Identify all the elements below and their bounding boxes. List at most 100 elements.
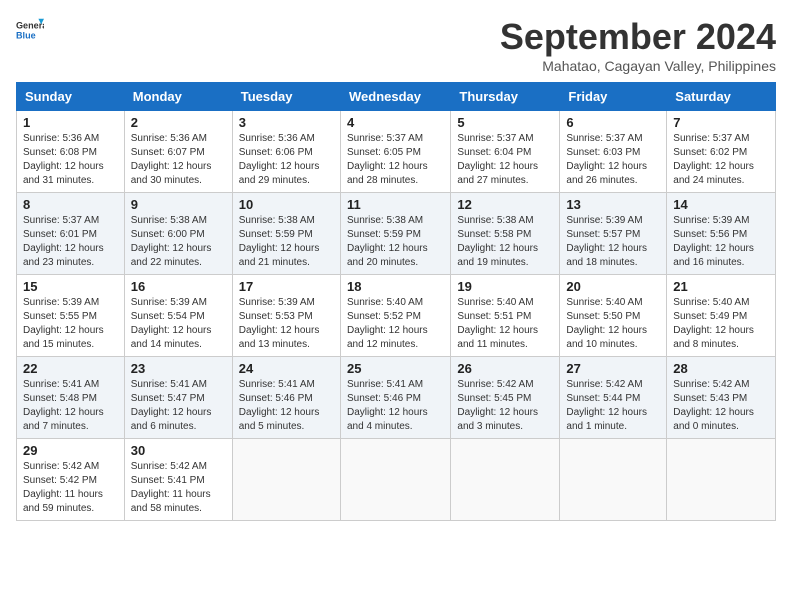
- day-info: Sunrise: 5:40 AMSunset: 5:50 PMDaylight:…: [566, 297, 647, 350]
- calendar-day-empty: [451, 439, 560, 521]
- day-info: Sunrise: 5:36 AMSunset: 6:06 PMDaylight:…: [239, 133, 320, 186]
- day-info: Sunrise: 5:40 AMSunset: 5:49 PMDaylight:…: [673, 297, 754, 350]
- day-info: Sunrise: 5:41 AMSunset: 5:48 PMDaylight:…: [23, 379, 104, 432]
- calendar-day-30: 30 Sunrise: 5:42 AMSunset: 5:41 PMDayligh…: [124, 439, 232, 521]
- day-number: 14: [673, 197, 769, 212]
- calendar-day-8: 8 Sunrise: 5:37 AMSunset: 6:01 PMDaylight…: [17, 193, 125, 275]
- calendar-day-14: 14 Sunrise: 5:39 AMSunset: 5:56 PMDayligh…: [667, 193, 776, 275]
- calendar-table: SundayMondayTuesdayWednesdayThursdayFrid…: [16, 82, 776, 521]
- calendar-day-7: 7 Sunrise: 5:37 AMSunset: 6:02 PMDaylight…: [667, 111, 776, 193]
- day-number: 18: [347, 279, 444, 294]
- weekday-header-row: SundayMondayTuesdayWednesdayThursdayFrid…: [17, 83, 776, 111]
- calendar-day-16: 16 Sunrise: 5:39 AMSunset: 5:54 PMDayligh…: [124, 275, 232, 357]
- day-number: 25: [347, 361, 444, 376]
- weekday-header-friday: Friday: [560, 83, 667, 111]
- calendar-day-3: 3 Sunrise: 5:36 AMSunset: 6:06 PMDaylight…: [232, 111, 340, 193]
- day-number: 13: [566, 197, 660, 212]
- day-number: 30: [131, 443, 226, 458]
- day-number: 15: [23, 279, 118, 294]
- calendar-day-11: 11Sunrise: 5:38 AMSunset: 5:59 PMDayligh…: [340, 193, 450, 275]
- day-info: Sunrise: 5:41 AMSunset: 5:47 PMDaylight:…: [131, 379, 212, 432]
- day-number: 9: [131, 197, 226, 212]
- day-number: 27: [566, 361, 660, 376]
- day-info: Sunrise: 5:36 AMSunset: 6:08 PMDaylight:…: [23, 133, 104, 186]
- calendar-day-27: 27 Sunrise: 5:42 AMSunset: 5:44 PMDayligh…: [560, 357, 667, 439]
- calendar-day-2: 2Sunrise: 5:36 AMSunset: 6:07 PMDaylight…: [124, 111, 232, 193]
- calendar-day-5: 5 Sunrise: 5:37 AMSunset: 6:04 PMDaylight…: [451, 111, 560, 193]
- calendar-day-29: 29 Sunrise: 5:42 AMSunset: 5:42 PMDayligh…: [17, 439, 125, 521]
- calendar-day-23: 23Sunrise: 5:41 AMSunset: 5:47 PMDayligh…: [124, 357, 232, 439]
- day-info: Sunrise: 5:36 AMSunset: 6:07 PMDaylight:…: [131, 133, 212, 186]
- day-info: Sunrise: 5:37 AMSunset: 6:02 PMDaylight:…: [673, 133, 754, 186]
- day-info: Sunrise: 5:41 AMSunset: 5:46 PMDaylight:…: [347, 379, 428, 432]
- day-info: Sunrise: 5:39 AMSunset: 5:56 PMDaylight:…: [673, 215, 754, 268]
- day-info: Sunrise: 5:42 AMSunset: 5:44 PMDaylight:…: [566, 379, 647, 432]
- calendar-day-empty: [340, 439, 450, 521]
- weekday-header-sunday: Sunday: [17, 83, 125, 111]
- day-number: 10: [239, 197, 334, 212]
- calendar-day-22: 22 Sunrise: 5:41 AMSunset: 5:48 PMDayligh…: [17, 357, 125, 439]
- day-number: 1: [23, 115, 118, 130]
- day-info: Sunrise: 5:42 AMSunset: 5:42 PMDaylight:…: [23, 461, 103, 514]
- day-info: Sunrise: 5:37 AMSunset: 6:04 PMDaylight:…: [457, 133, 538, 186]
- day-number: 22: [23, 361, 118, 376]
- logo: General Blue: [16, 16, 44, 44]
- day-info: Sunrise: 5:37 AMSunset: 6:03 PMDaylight:…: [566, 133, 647, 186]
- calendar-day-18: 18 Sunrise: 5:40 AMSunset: 5:52 PMDayligh…: [340, 275, 450, 357]
- day-number: 24: [239, 361, 334, 376]
- calendar-day-9: 9 Sunrise: 5:38 AMSunset: 6:00 PMDaylight…: [124, 193, 232, 275]
- day-number: 6: [566, 115, 660, 130]
- title-block: September 2024 Mahatao, Cagayan Valley, …: [500, 16, 776, 74]
- weekday-header-tuesday: Tuesday: [232, 83, 340, 111]
- location-subtitle: Mahatao, Cagayan Valley, Philippines: [500, 58, 776, 74]
- day-number: 8: [23, 197, 118, 212]
- day-info: Sunrise: 5:42 AMSunset: 5:41 PMDaylight:…: [131, 461, 211, 514]
- calendar-week-3: 15 Sunrise: 5:39 AMSunset: 5:55 PMDayligh…: [17, 275, 776, 357]
- day-info: Sunrise: 5:38 AMSunset: 5:58 PMDaylight:…: [457, 215, 538, 268]
- calendar-day-26: 26 Sunrise: 5:42 AMSunset: 5:45 PMDayligh…: [451, 357, 560, 439]
- day-info: Sunrise: 5:37 AMSunset: 6:05 PMDaylight:…: [347, 133, 428, 186]
- day-info: Sunrise: 5:37 AMSunset: 6:01 PMDaylight:…: [23, 215, 104, 268]
- calendar-day-1: 1 Sunrise: 5:36 AMSunset: 6:08 PMDaylight…: [17, 111, 125, 193]
- month-title: September 2024: [500, 16, 776, 58]
- calendar-day-21: 21 Sunrise: 5:40 AMSunset: 5:49 PMDayligh…: [667, 275, 776, 357]
- calendar-day-20: 20 Sunrise: 5:40 AMSunset: 5:50 PMDayligh…: [560, 275, 667, 357]
- day-info: Sunrise: 5:39 AMSunset: 5:55 PMDaylight:…: [23, 297, 104, 350]
- day-number: 29: [23, 443, 118, 458]
- calendar-day-empty: [560, 439, 667, 521]
- calendar-day-13: 13Sunrise: 5:39 AMSunset: 5:57 PMDayligh…: [560, 193, 667, 275]
- calendar-day-19: 19Sunrise: 5:40 AMSunset: 5:51 PMDayligh…: [451, 275, 560, 357]
- calendar-day-15: 15 Sunrise: 5:39 AMSunset: 5:55 PMDayligh…: [17, 275, 125, 357]
- calendar-week-2: 8 Sunrise: 5:37 AMSunset: 6:01 PMDaylight…: [17, 193, 776, 275]
- day-info: Sunrise: 5:38 AMSunset: 5:59 PMDaylight:…: [347, 215, 428, 268]
- calendar-week-5: 29 Sunrise: 5:42 AMSunset: 5:42 PMDayligh…: [17, 439, 776, 521]
- day-number: 7: [673, 115, 769, 130]
- day-number: 16: [131, 279, 226, 294]
- day-number: 28: [673, 361, 769, 376]
- day-info: Sunrise: 5:42 AMSunset: 5:45 PMDaylight:…: [457, 379, 538, 432]
- day-info: Sunrise: 5:40 AMSunset: 5:52 PMDaylight:…: [347, 297, 428, 350]
- day-number: 3: [239, 115, 334, 130]
- page-header: General Blue September 2024 Mahatao, Cag…: [16, 16, 776, 74]
- calendar-day-4: 4 Sunrise: 5:37 AMSunset: 6:05 PMDaylight…: [340, 111, 450, 193]
- day-info: Sunrise: 5:39 AMSunset: 5:54 PMDaylight:…: [131, 297, 212, 350]
- day-number: 5: [457, 115, 553, 130]
- day-info: Sunrise: 5:39 AMSunset: 5:53 PMDaylight:…: [239, 297, 320, 350]
- day-info: Sunrise: 5:38 AMSunset: 6:00 PMDaylight:…: [131, 215, 212, 268]
- calendar-day-28: 28 Sunrise: 5:42 AMSunset: 5:43 PMDayligh…: [667, 357, 776, 439]
- day-number: 20: [566, 279, 660, 294]
- calendar-day-24: 24Sunrise: 5:41 AMSunset: 5:46 PMDayligh…: [232, 357, 340, 439]
- day-number: 4: [347, 115, 444, 130]
- calendar-day-empty: [667, 439, 776, 521]
- day-number: 26: [457, 361, 553, 376]
- day-info: Sunrise: 5:42 AMSunset: 5:43 PMDaylight:…: [673, 379, 754, 432]
- logo-icon: General Blue: [16, 16, 44, 44]
- weekday-header-monday: Monday: [124, 83, 232, 111]
- svg-text:Blue: Blue: [16, 30, 36, 40]
- day-number: 21: [673, 279, 769, 294]
- calendar-day-empty: [232, 439, 340, 521]
- calendar-day-12: 12 Sunrise: 5:38 AMSunset: 5:58 PMDayligh…: [451, 193, 560, 275]
- day-number: 12: [457, 197, 553, 212]
- day-info: Sunrise: 5:40 AMSunset: 5:51 PMDaylight:…: [457, 297, 538, 350]
- weekday-header-thursday: Thursday: [451, 83, 560, 111]
